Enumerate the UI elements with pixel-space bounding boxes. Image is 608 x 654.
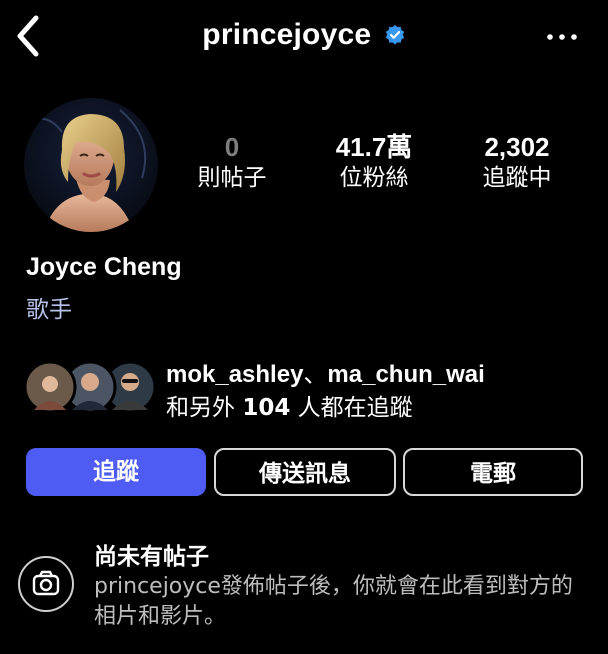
message-button[interactable]: 傳送訊息 (214, 448, 396, 496)
mutual-count: 104 (242, 395, 291, 421)
posts-count-value: 0 (224, 132, 240, 162)
name-separator: 、 (303, 361, 328, 388)
more-options-button[interactable] (544, 30, 580, 44)
posts-count-label: 則帖子 (197, 165, 267, 191)
empty-state-text: princejoyce發佈帖子後，你就會在此看到對方的相片和影片。 (94, 574, 573, 629)
mutual-followers-count-text: 和另外 104 人都在追蹤 (166, 388, 413, 422)
mutual-suffix: 人都在追蹤 (290, 395, 413, 421)
mutual-follower-1[interactable]: mok_ashley (166, 361, 303, 388)
mutual-prefix: 和另外 (166, 395, 243, 421)
empty-state-title: 尚未有帖子 (94, 544, 209, 570)
avatar-photo (24, 98, 158, 232)
following-count-value: 2,302 (484, 132, 550, 162)
top-bar: princejoyce (0, 0, 608, 78)
followers-count[interactable]: 41.7萬 位粉絲 (314, 132, 434, 194)
camera-icon (32, 570, 60, 596)
profile-name: Joyce Cheng (26, 253, 182, 281)
camera-icon-circle (18, 556, 74, 612)
followed-by-row[interactable]: mok_ashley、ma_chun_wai 和另外 104 人都在追蹤 (24, 358, 594, 421)
more-horizontal-icon (547, 34, 577, 40)
posts-count: 0 則帖子 (172, 132, 292, 194)
email-button[interactable]: 電郵 (403, 448, 583, 496)
profile-avatar[interactable] (24, 98, 158, 232)
profile-category: 歌手 (26, 297, 72, 323)
verified-badge-icon (385, 24, 404, 45)
following-count[interactable]: 2,302 追蹤中 (457, 132, 577, 194)
mutual-follower-2[interactable]: ma_chun_wai (327, 361, 484, 388)
followers-count-label: 位粉絲 (339, 165, 409, 191)
profile-username: princejoyce (202, 18, 372, 51)
mutual-follower-avatars (24, 360, 156, 414)
follow-button[interactable]: 追蹤 (26, 448, 206, 496)
mutual-followers-names: mok_ashley、ma_chun_wai (166, 354, 485, 389)
following-count-label: 追蹤中 (482, 165, 552, 191)
followers-count-value: 41.7萬 (335, 132, 413, 162)
